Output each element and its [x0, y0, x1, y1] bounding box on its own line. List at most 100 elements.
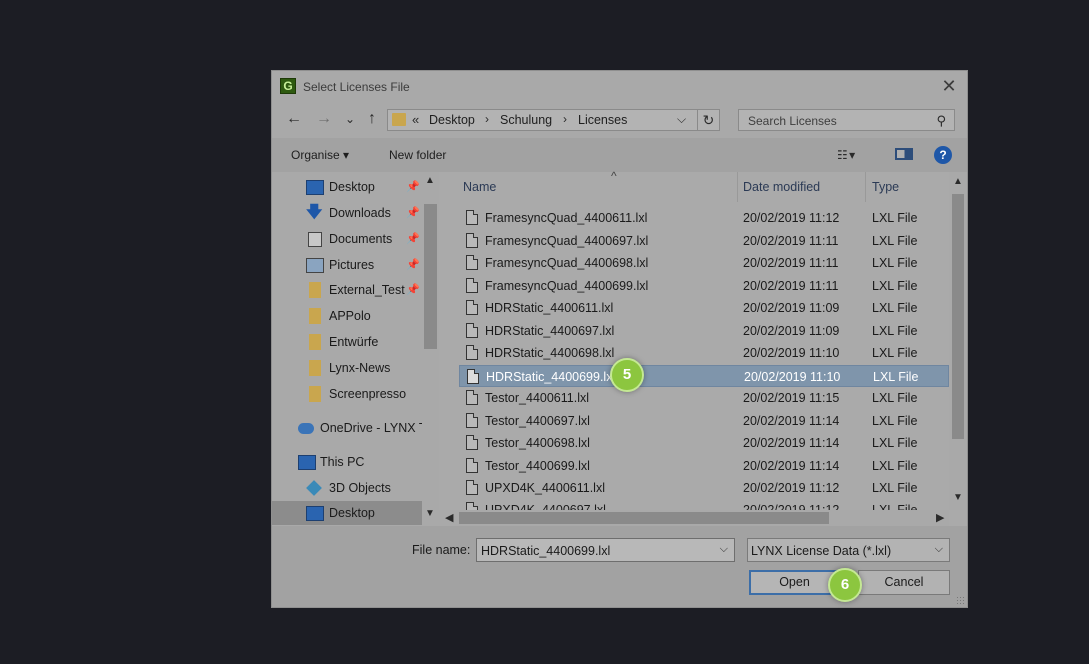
- file-name: Testor_4400697.lxl: [485, 414, 590, 428]
- folder-icon: [309, 386, 321, 402]
- title-bar[interactable]: G Select Licenses File ✕: [272, 71, 967, 102]
- recent-locations-chevron-icon[interactable]: ⌄: [340, 109, 360, 129]
- scroll-right-icon[interactable]: ▶: [936, 511, 944, 524]
- sidebar-item-downloads[interactable]: 🡇 Downloads 📌: [272, 201, 422, 225]
- file-type: LXL File: [873, 370, 919, 384]
- file-icon: [466, 300, 478, 315]
- select-licenses-dialog: G Select Licenses File ✕ ← → ⌄ ↑ « Deskt…: [271, 70, 968, 608]
- file-row[interactable]: HDRStatic_4400697.lxl 20/02/2019 11:09 L…: [459, 320, 949, 342]
- pin-icon[interactable]: 📌: [406, 283, 420, 296]
- new-folder-button[interactable]: New folder: [389, 148, 446, 162]
- file-icon: [467, 369, 479, 384]
- file-row[interactable]: FramesyncQuad_4400697.lxl 20/02/2019 11:…: [459, 230, 949, 252]
- file-list-horizontal-scrollbar[interactable]: ◀ ▶: [439, 510, 949, 526]
- file-row[interactable]: Testor_4400699.lxl 20/02/2019 11:14 LXL …: [459, 455, 949, 477]
- file-date: 20/02/2019 11:09: [743, 301, 840, 315]
- address-overflow-icon[interactable]: «: [412, 112, 419, 127]
- chevron-down-icon[interactable]: ⌵: [677, 112, 686, 127]
- scroll-down-icon[interactable]: ▼: [953, 492, 963, 503]
- file-row[interactable]: FramesyncQuad_4400699.lxl 20/02/2019 11:…: [459, 275, 949, 297]
- scrollbar-thumb[interactable]: [459, 512, 829, 524]
- folder-icon: [309, 334, 321, 350]
- column-header-date[interactable]: Date modified: [738, 172, 864, 202]
- sidebar-scrollbar[interactable]: ▲ ▼: [422, 172, 439, 526]
- chevron-down-icon[interactable]: ⌵: [720, 543, 728, 556]
- file-name-field[interactable]: HDRStatic_4400699.lxl ⌵: [476, 538, 735, 562]
- pin-icon[interactable]: 📌: [406, 258, 420, 271]
- sidebar-item-label: Pictures: [329, 258, 375, 272]
- breadcrumb-schulung[interactable]: Schulung: [500, 113, 552, 127]
- file-row[interactable]: FramesyncQuad_4400611.lxl 20/02/2019 11:…: [459, 207, 949, 229]
- pin-icon[interactable]: 📌: [406, 206, 420, 219]
- sidebar-item-onedrive[interactable]: OneDrive - LYNX Te: [272, 416, 422, 440]
- file-date: 20/02/2019 11:10: [743, 346, 840, 360]
- sidebar-item-pictures[interactable]: Pictures 📌: [272, 253, 422, 277]
- column-header-type[interactable]: Type: [866, 172, 949, 202]
- sidebar-item-desktop-pc[interactable]: Desktop: [272, 501, 422, 525]
- file-type-filter-value: LYNX License Data (*.lxl): [751, 544, 892, 558]
- view-options-icon[interactable]: ☷ ▾: [837, 148, 855, 162]
- file-icon: [466, 278, 478, 293]
- onedrive-cloud-icon: [298, 423, 314, 434]
- file-row[interactable]: Testor_4400698.lxl 20/02/2019 11:14 LXL …: [459, 432, 949, 454]
- file-name: Testor_4400698.lxl: [485, 436, 590, 450]
- chevron-down-icon[interactable]: ⌵: [935, 543, 943, 556]
- folder-icon: [309, 360, 321, 376]
- close-icon[interactable]: ✕: [939, 76, 959, 96]
- preview-pane-icon[interactable]: [895, 148, 913, 160]
- sidebar-item-this-pc[interactable]: This PC: [272, 450, 422, 474]
- scrollbar-thumb[interactable]: [424, 204, 437, 349]
- address-bar[interactable]: « Desktop › Schulung › Licenses ⌵: [387, 109, 698, 131]
- cancel-button[interactable]: Cancel: [858, 570, 950, 595]
- file-row[interactable]: HDRStatic_4400611.lxl 20/02/2019 11:09 L…: [459, 297, 949, 319]
- file-name-label: File name:: [412, 543, 471, 557]
- organise-button[interactable]: Organise ▾: [291, 148, 349, 162]
- scroll-down-icon[interactable]: ▼: [425, 508, 435, 519]
- sidebar-item-label: Desktop: [329, 506, 375, 520]
- search-box[interactable]: Search Licenses ⚲: [738, 109, 955, 131]
- sidebar-item-3d-objects[interactable]: 3D Objects: [272, 476, 422, 500]
- file-row[interactable]: FramesyncQuad_4400698.lxl 20/02/2019 11:…: [459, 252, 949, 274]
- breadcrumb-chevron-icon[interactable]: ›: [563, 112, 567, 126]
- file-row[interactable]: Testor_4400697.lxl 20/02/2019 11:14 LXL …: [459, 410, 949, 432]
- scroll-up-icon[interactable]: ▲: [953, 176, 963, 187]
- dialog-title: Select Licenses File: [303, 80, 410, 94]
- pin-icon[interactable]: 📌: [406, 232, 420, 245]
- breadcrumb-chevron-icon[interactable]: ›: [485, 112, 489, 126]
- folder-icon: [392, 113, 406, 126]
- sidebar-item-desktop[interactable]: Desktop 📌: [272, 175, 422, 199]
- resize-grip-icon[interactable]: [956, 596, 964, 604]
- scroll-left-icon[interactable]: ◀: [445, 511, 453, 524]
- forward-arrow-icon[interactable]: →: [314, 109, 334, 129]
- file-row[interactable]: Testor_4400611.lxl 20/02/2019 11:15 LXL …: [459, 387, 949, 409]
- sidebar-item-documents[interactable]: Documents 📌: [272, 227, 422, 251]
- file-row-selected[interactable]: HDRStatic_4400699.lxl 20/02/2019 11:10 L…: [459, 365, 949, 387]
- sidebar-item-entwuerfe[interactable]: Entwürfe: [272, 330, 422, 354]
- breadcrumb-desktop[interactable]: Desktop: [429, 113, 475, 127]
- sidebar-item-external-testfi[interactable]: External_TestFi 📌: [272, 278, 422, 302]
- file-row[interactable]: HDRStatic_4400698.lxl 20/02/2019 11:10 L…: [459, 342, 949, 364]
- file-icon: [466, 435, 478, 450]
- file-type-filter[interactable]: LYNX License Data (*.lxl) ⌵: [747, 538, 950, 562]
- sidebar-item-appolo[interactable]: APPolo: [272, 304, 422, 328]
- up-arrow-icon[interactable]: ↑: [362, 109, 382, 129]
- help-icon[interactable]: ?: [934, 146, 952, 164]
- refresh-icon[interactable]: ↻: [698, 109, 720, 131]
- back-arrow-icon[interactable]: ←: [284, 109, 304, 129]
- sidebar-item-lynx-news[interactable]: Lynx-News: [272, 356, 422, 380]
- pin-icon[interactable]: 📌: [406, 180, 420, 193]
- scrollbar-thumb[interactable]: [952, 194, 964, 439]
- breadcrumb-licenses[interactable]: Licenses: [578, 113, 627, 127]
- search-input[interactable]: Search Licenses: [748, 114, 837, 128]
- file-row[interactable]: UPXD4K_4400611.lxl 20/02/2019 11:12 LXL …: [459, 477, 949, 499]
- column-header-name[interactable]: ^ Name: [459, 169, 740, 202]
- scroll-up-icon[interactable]: ▲: [425, 175, 435, 186]
- step-badge-6: 6: [828, 568, 862, 602]
- search-icon: ⚲: [936, 113, 946, 128]
- file-list-vertical-scrollbar[interactable]: ▲ ▼: [949, 172, 967, 510]
- column-header-label: Type: [872, 180, 900, 194]
- file-icon: [466, 458, 478, 473]
- sidebar-item-label: 3D Objects: [329, 481, 391, 495]
- sidebar-item-screenpresso[interactable]: Screenpresso: [272, 382, 422, 406]
- open-button[interactable]: Open: [749, 570, 840, 595]
